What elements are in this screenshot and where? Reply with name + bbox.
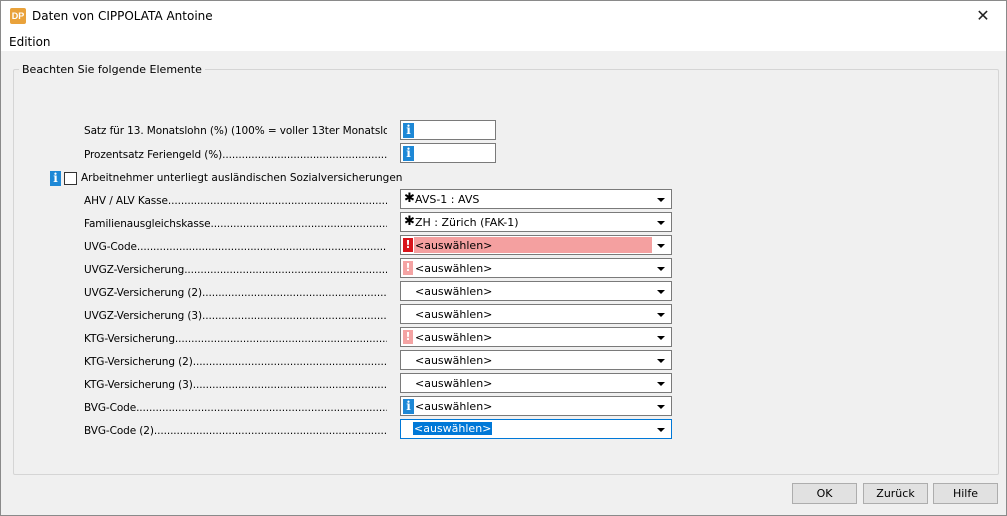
chevron-down-icon[interactable] <box>657 198 665 202</box>
chevron-down-icon[interactable] <box>657 290 665 294</box>
bvg-value: <auswählen> <box>415 400 493 413</box>
info-icon[interactable]: i <box>403 399 414 414</box>
uvg-select[interactable]: ! <auswählen> <box>400 235 672 255</box>
uvgz-value: <auswählen> <box>415 262 493 275</box>
required-star-icon: ✱ <box>404 214 415 229</box>
uvgz3-label: UVGZ-Versicherung (3)...................… <box>84 310 387 322</box>
title-bar: DP Daten von CIPPOLATA Antoine ✕ <box>1 1 1006 32</box>
bvg-select[interactable]: i <auswählen> <box>400 396 672 416</box>
info-icon[interactable]: i <box>50 171 61 186</box>
uvgz2-label: UVGZ-Versicherung (2)...................… <box>84 287 387 299</box>
bvg-label: BVG-Code................................… <box>84 402 387 414</box>
chevron-down-icon[interactable] <box>657 359 665 363</box>
ahv-select[interactable]: ✱ AVS-1 : AVS <box>400 189 672 209</box>
resize-grip-icon[interactable] <box>994 503 1004 513</box>
error-icon[interactable]: ! <box>403 238 413 252</box>
close-button[interactable]: ✕ <box>960 1 1006 31</box>
ahv-value: AVS-1 : AVS <box>415 193 480 206</box>
info-icon[interactable]: i <box>403 146 414 161</box>
uvgz3-select[interactable]: <auswählen> <box>400 304 672 324</box>
foreign-insurance-checkbox[interactable] <box>64 172 77 185</box>
chevron-down-icon[interactable] <box>657 382 665 386</box>
ktg3-select[interactable]: <auswählen> <box>400 373 672 393</box>
dialog-window: DP Daten von CIPPOLATA Antoine ✕ Edition… <box>0 0 1007 516</box>
ahv-label: AHV / ALV Kasse.........................… <box>84 195 387 207</box>
menu-bar: Edition <box>1 32 1006 51</box>
uvgz3-value: <auswählen> <box>415 308 493 321</box>
uvgz2-select[interactable]: <auswählen> <box>400 281 672 301</box>
bvg2-select[interactable]: <auswählen> <box>400 419 672 439</box>
fak-value: ZH : Zürich (FAK-1) <box>415 216 519 229</box>
foreign-insurance-label[interactable]: Arbeitnehmer unterliegt ausländischen So… <box>81 172 402 184</box>
group-title: Beachten Sie folgende Elemente <box>19 63 205 76</box>
uvgz-label: UVGZ-Versicherung.......................… <box>84 264 387 276</box>
uvg-label: UVG-Code................................… <box>84 241 387 253</box>
uvgz2-value: <auswählen> <box>415 285 493 298</box>
ktg2-select[interactable]: <auswählen> <box>400 350 672 370</box>
warning-icon[interactable]: ! <box>403 261 413 275</box>
chevron-down-icon[interactable] <box>657 405 665 409</box>
ktg-select[interactable]: ! <auswählen> <box>400 327 672 347</box>
app-logo-icon: DP <box>10 8 26 24</box>
info-icon[interactable]: i <box>403 123 414 138</box>
fak-label: Familienausgleichskasse.................… <box>84 218 387 230</box>
ktg3-value: <auswählen> <box>415 377 493 390</box>
feriengeld-input[interactable]: i <box>400 143 496 163</box>
back-button[interactable]: Zurück <box>863 483 928 504</box>
help-button[interactable]: Hilfe <box>933 483 998 504</box>
warning-icon[interactable]: ! <box>403 330 413 344</box>
close-icon: ✕ <box>976 6 990 25</box>
chevron-down-icon[interactable] <box>657 267 665 271</box>
chevron-down-icon[interactable] <box>657 313 665 317</box>
bvg2-label: BVG-Code (2)............................… <box>84 425 387 437</box>
ktg2-label: KTG-Versicherung (2)....................… <box>84 356 387 368</box>
ktg-label: KTG-Versicherung........................… <box>84 333 387 345</box>
uvg-value: <auswählen> <box>415 239 493 252</box>
chevron-down-icon[interactable] <box>657 428 665 432</box>
fak-select[interactable]: ✱ ZH : Zürich (FAK-1) <box>400 212 672 232</box>
ktg-value: <auswählen> <box>415 331 493 344</box>
satz13-input[interactable]: i <box>400 120 496 140</box>
chevron-down-icon[interactable] <box>657 244 665 248</box>
satz13-label: Satz für 13. Monatslohn (%) (100% = voll… <box>84 125 387 137</box>
feriengeld-label: Prozentsatz Feriengeld (%)..............… <box>84 149 387 161</box>
chevron-down-icon[interactable] <box>657 336 665 340</box>
ktg2-value: <auswählen> <box>415 354 493 367</box>
ktg3-label: KTG-Versicherung (3)....................… <box>84 379 387 391</box>
ok-button[interactable]: OK <box>792 483 857 504</box>
required-star-icon: ✱ <box>404 191 415 206</box>
chevron-down-icon[interactable] <box>657 221 665 225</box>
menu-edition[interactable]: Edition <box>9 35 51 49</box>
window-title: Daten von CIPPOLATA Antoine <box>32 9 213 23</box>
bvg2-value: <auswählen> <box>413 422 493 435</box>
uvgz-select[interactable]: ! <auswählen> <box>400 258 672 278</box>
